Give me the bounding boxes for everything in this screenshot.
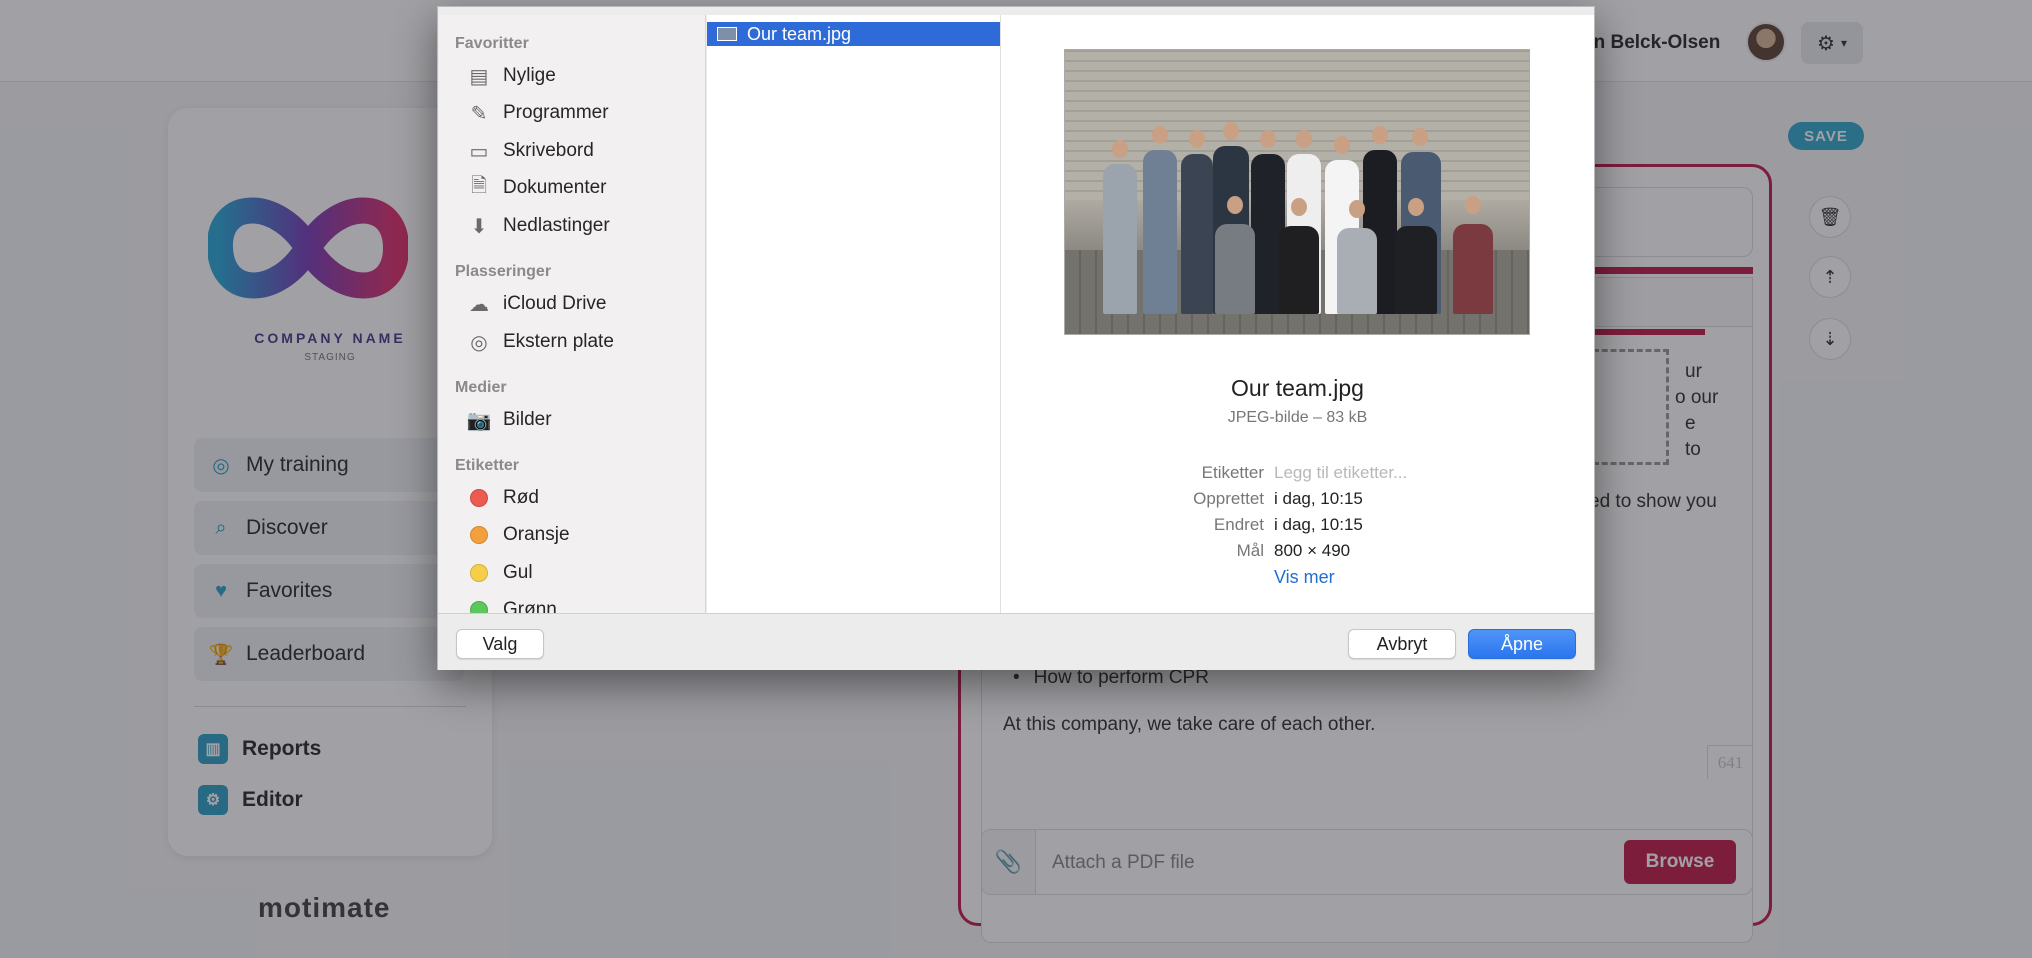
sidebar-item-label: Skrivebord <box>503 140 594 161</box>
section-heading: Plasseringer <box>455 263 552 280</box>
recents-icon: ▤ <box>469 65 489 88</box>
sidebar-item-recents[interactable]: ▤ Nylige <box>467 61 556 91</box>
image-preview <box>1064 49 1530 335</box>
sidebar-item-tag-yellow[interactable]: Gul <box>467 558 533 588</box>
sidebar-item-label: Gul <box>503 562 533 583</box>
dialog-footer: Valg Avbryt Åpne <box>438 613 1594 670</box>
tag-color-dot <box>470 489 488 507</box>
meta-key: Endret <box>1213 515 1264 534</box>
sidebar-item-label: Rød <box>503 487 539 508</box>
file-list: Our team.jpg <box>707 15 1001 613</box>
sidebar-item-external-disk[interactable]: ◎ Ekstern plate <box>467 327 614 357</box>
section-heading: Medier <box>455 379 507 396</box>
sidebar-item-label: Bilder <box>503 409 552 430</box>
tag-color-dot <box>470 601 488 613</box>
file-preview: Our team.jpg JPEG-bilde – 83 kB Etikette… <box>1001 15 1594 613</box>
image-file-icon <box>717 27 737 41</box>
file-name: Our team.jpg <box>747 23 852 44</box>
sidebar-item-label: Ekstern plate <box>503 331 614 352</box>
preview-file-name: Our team.jpg <box>1231 375 1364 401</box>
sidebar-item-label: Nylige <box>503 65 556 86</box>
preview-file-kind: JPEG-bilde – 83 kB <box>1227 409 1368 426</box>
meta-key: Etiketter <box>1201 463 1264 482</box>
options-button[interactable]: Valg <box>456 629 544 659</box>
dialog-sidebar: Favoritter ▤ Nylige ✎ Programmer ▭ Skrivebo… <box>439 15 706 613</box>
sidebar-item-icloud[interactable]: ☁ iCloud Drive <box>467 289 606 319</box>
meta-value: i dag, 10:15 <box>1274 489 1363 508</box>
desktop-icon: ▭ <box>469 140 489 163</box>
sidebar-item-pictures[interactable]: 📷 Bilder <box>467 405 552 435</box>
sidebar-item-label: Programmer <box>503 102 609 123</box>
file-open-dialog: Favoritter ▤ Nylige ✎ Programmer ▭ Skrivebo… <box>437 6 1595 670</box>
document-icon: 🗎 <box>470 175 488 197</box>
meta-value: i dag, 10:15 <box>1274 515 1363 534</box>
sidebar-item-tag-orange[interactable]: Oransje <box>467 520 570 550</box>
camera-icon: 📷 <box>466 409 492 432</box>
sidebar-item-label: Grønn <box>503 599 557 613</box>
sidebar-item-downloads[interactable]: ⬇ Nedlastinger <box>467 211 610 241</box>
sidebar-item-applications[interactable]: ✎ Programmer <box>467 98 609 128</box>
section-heading: Favoritter <box>455 35 529 52</box>
meta-key: Mål <box>1236 541 1264 560</box>
meta-value: 800 × 490 <box>1274 541 1351 560</box>
sidebar-item-tag-red[interactable]: Rød <box>467 483 539 513</box>
download-icon: ⬇ <box>470 215 488 238</box>
disk-icon: ◎ <box>470 331 488 354</box>
sidebar-item-documents[interactable]: 🗎 Dokumenter <box>467 173 607 203</box>
tags-input[interactable]: Legg til etiketter... <box>1274 463 1407 483</box>
tag-color-dot <box>470 564 488 582</box>
sidebar-item-label: Oransje <box>503 524 570 545</box>
sidebar-item-label: Dokumenter <box>503 177 607 198</box>
sidebar-item-label: Nedlastinger <box>503 215 610 236</box>
sidebar-item-desktop[interactable]: ▭ Skrivebord <box>467 136 594 166</box>
open-button[interactable]: Åpne <box>1468 629 1576 659</box>
cloud-icon: ☁ <box>469 293 489 316</box>
meta-key: Opprettet <box>1193 489 1264 508</box>
section-heading: Etiketter <box>455 457 520 474</box>
sidebar-item-label: iCloud Drive <box>503 293 607 314</box>
applications-icon: ✎ <box>470 102 488 125</box>
show-more-link[interactable]: Vis mer <box>1274 567 1335 588</box>
sidebar-item-tag-green[interactable]: Grønn <box>467 595 557 613</box>
tag-color-dot <box>470 526 488 544</box>
file-row-selected[interactable]: Our team.jpg <box>707 22 1000 46</box>
cancel-button[interactable]: Avbryt <box>1348 629 1456 659</box>
